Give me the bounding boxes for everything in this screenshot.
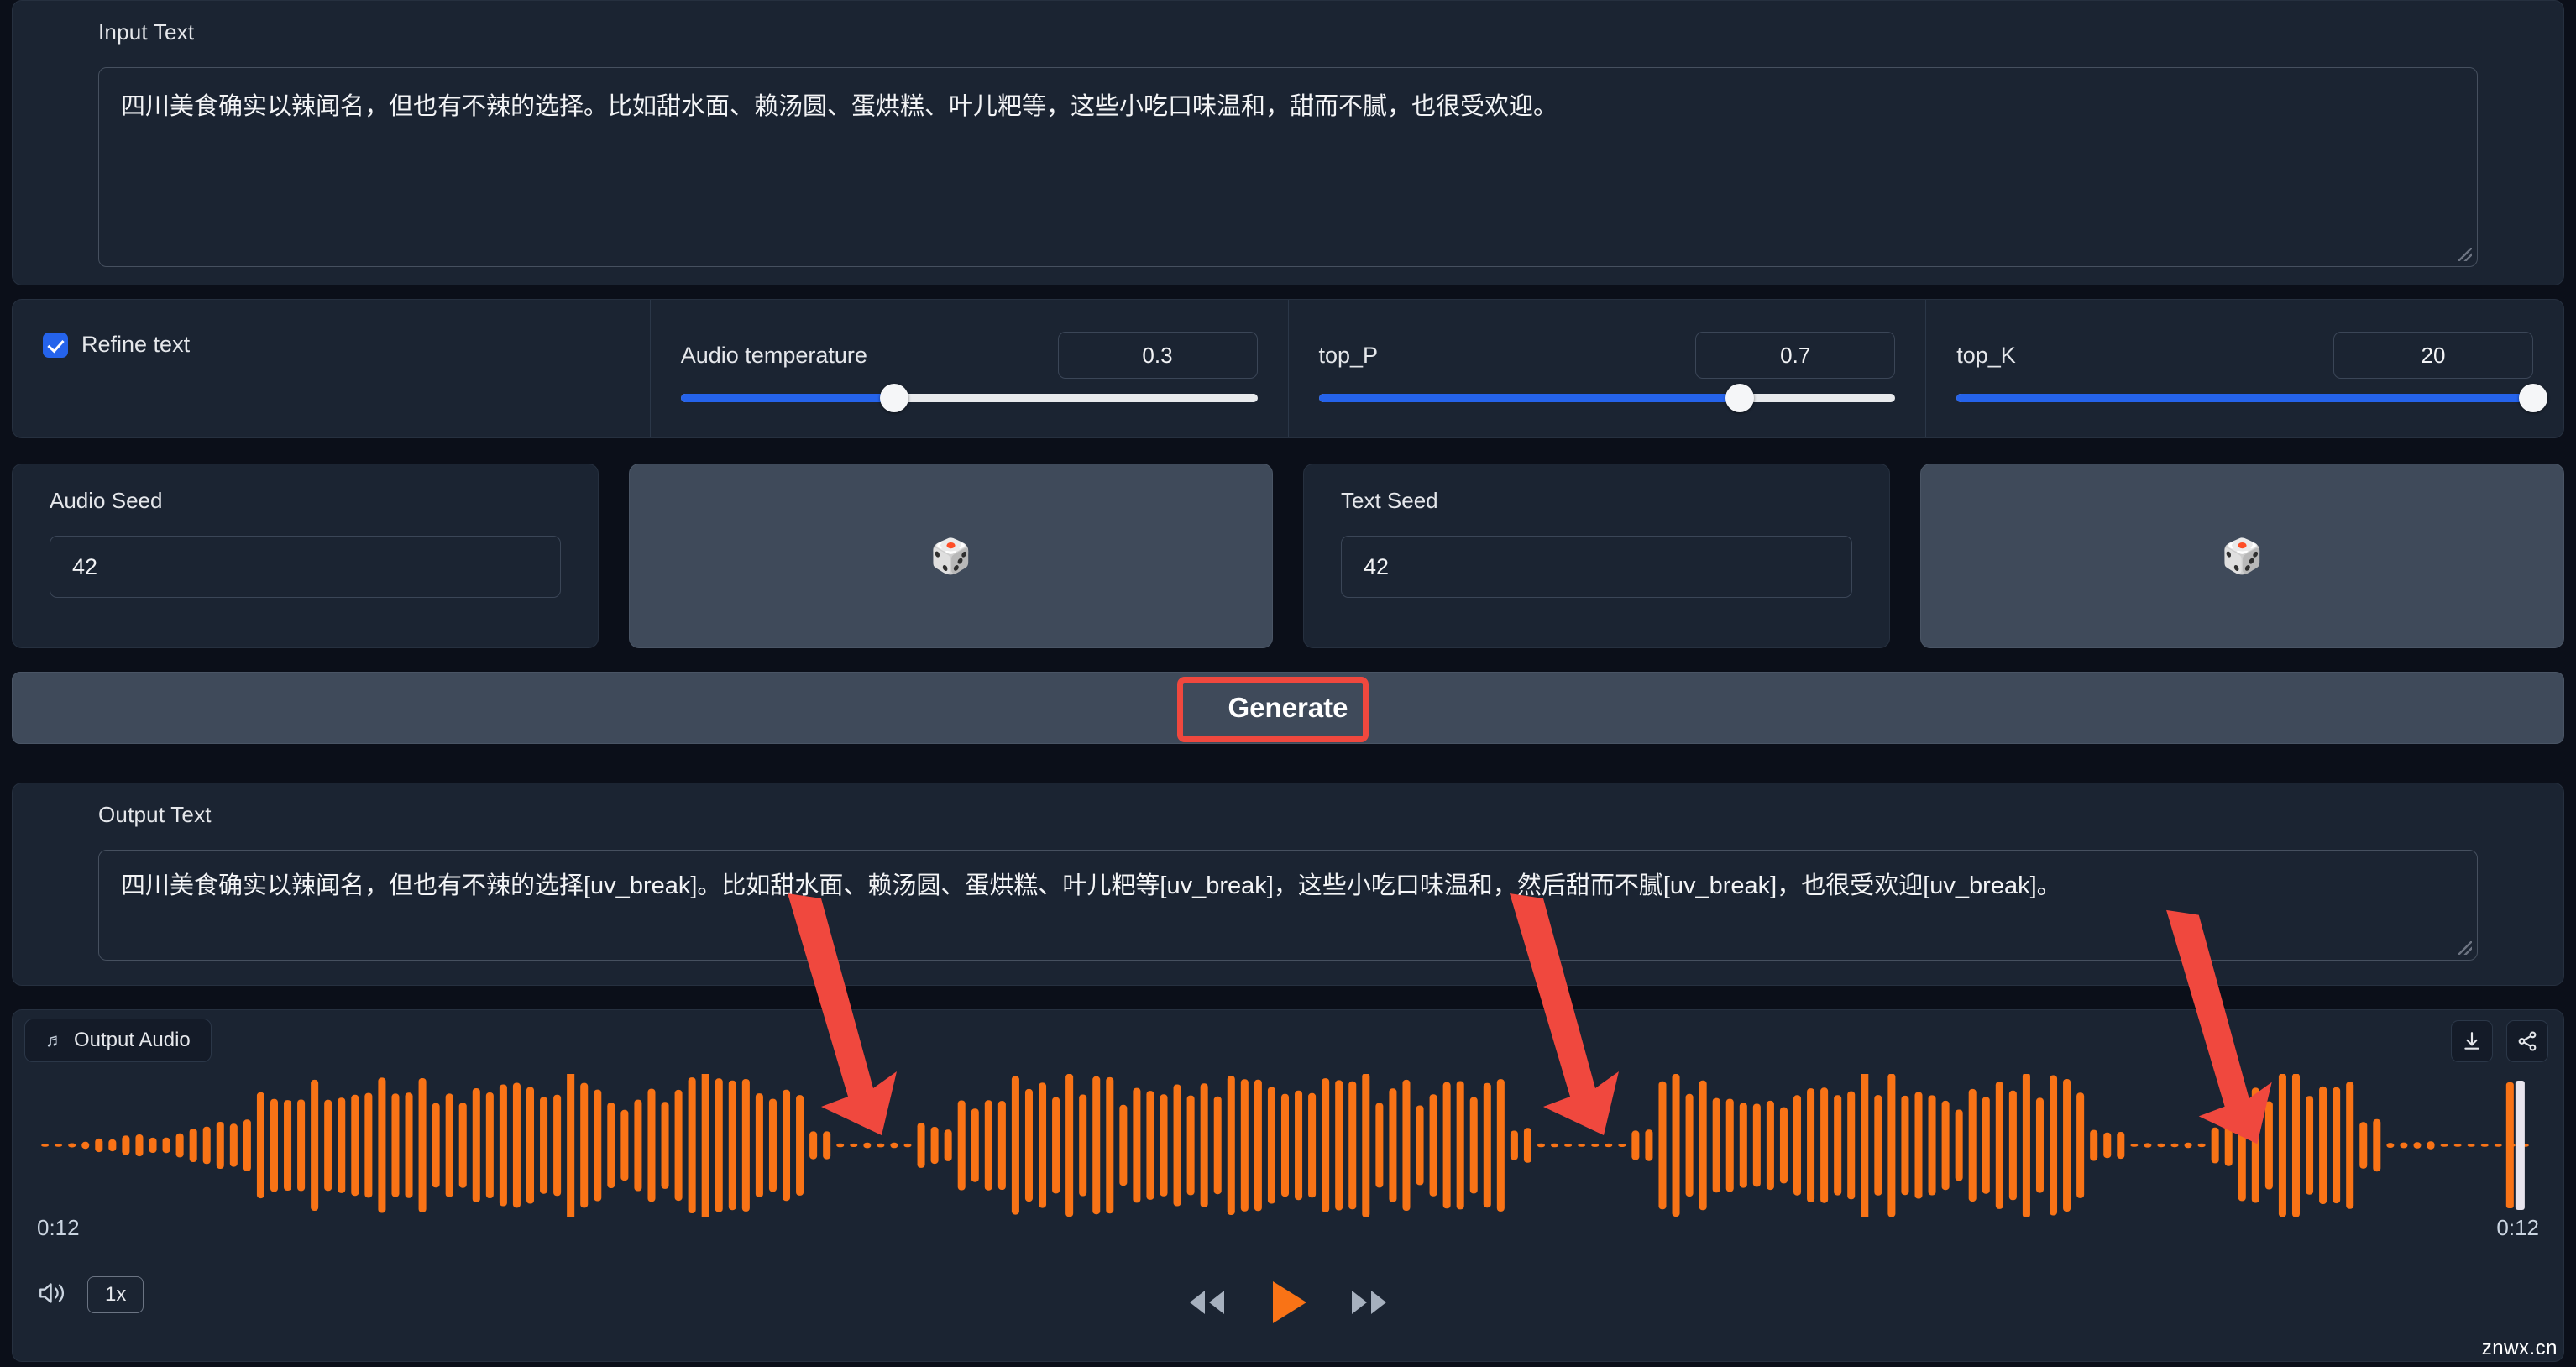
- volume-icon[interactable]: [37, 1280, 69, 1311]
- top-p-cell: top_P 0.7: [1288, 300, 1926, 437]
- top-k-slider[interactable]: [1956, 394, 2533, 402]
- top-p-head: top_P 0.7: [1319, 332, 1896, 379]
- input-text-panel: Input Text 四川美食确实以辣闻名，但也有不辣的选择。比如甜水面、赖汤圆…: [12, 0, 2564, 285]
- text-seed-input[interactable]: 42: [1341, 536, 1852, 598]
- top-p-value[interactable]: 0.7: [1695, 332, 1895, 379]
- text-seed-dice-button[interactable]: 🎲: [1920, 464, 2564, 648]
- output-text-panel: Output Text 四川美食确实以辣闻名，但也有不辣的选择[uv_break…: [12, 783, 2564, 986]
- audio-left-controls: 1x: [37, 1276, 144, 1313]
- text-seed-label: Text Seed: [1341, 488, 1852, 514]
- download-icon[interactable]: [2451, 1020, 2493, 1062]
- resize-grip-icon[interactable]: [2458, 941, 2472, 955]
- audio-temperature-fill: [681, 394, 894, 402]
- audio-temperature-cell: Audio temperature 0.3: [650, 300, 1288, 437]
- audio-temperature-head: Audio temperature 0.3: [681, 332, 1258, 379]
- audio-seed-input[interactable]: 42: [50, 536, 561, 598]
- forward-glyph: [1347, 1286, 1392, 1319]
- generate-bar[interactable]: Generate: [12, 672, 2564, 744]
- audio-time-total: 0:12: [2496, 1215, 2539, 1241]
- top-p-thumb[interactable]: [1725, 384, 1754, 412]
- input-text-value: 四川美食确实以辣闻名，但也有不辣的选择。比如甜水面、赖汤圆、蛋烘糕、叶儿粑等，这…: [121, 93, 1558, 120]
- chattts-web-ui: Input Text 四川美食确实以辣闻名，但也有不辣的选择。比如甜水面、赖汤圆…: [0, 0, 2576, 1367]
- audio-time-current: 0:12: [37, 1215, 80, 1241]
- forward-icon[interactable]: [1347, 1286, 1392, 1323]
- resize-grip-icon[interactable]: [2458, 248, 2472, 261]
- audio-waveform[interactable]: [24, 1074, 2552, 1217]
- rewind-glyph: [1184, 1286, 1229, 1319]
- audio-seed-cell: Audio Seed 42: [12, 464, 599, 648]
- waveform-svg: [24, 1074, 2552, 1217]
- playback-speed-button[interactable]: 1x: [87, 1276, 144, 1313]
- refine-text-checkbox-wrap[interactable]: Refine text: [43, 332, 620, 358]
- audio-actions: [2451, 1020, 2548, 1062]
- audio-time-row: 0:12 0:12: [37, 1215, 2539, 1241]
- output-text-value: 四川美食确实以辣闻名，但也有不辣的选择[uv_break]。比如甜水面、赖汤圆、…: [121, 872, 2061, 899]
- controls-row: Refine text Audio temperature 0.3 top_P …: [12, 299, 2564, 438]
- play-icon[interactable]: [1266, 1278, 1310, 1331]
- output-text-textarea[interactable]: 四川美食确实以辣闻名，但也有不辣的选择[uv_break]。比如甜水面、赖汤圆、…: [98, 850, 2478, 961]
- audio-player-controls: 1x: [0, 1276, 2576, 1335]
- watermark: znwx.cn: [2482, 1337, 2558, 1360]
- top-p-slider[interactable]: [1319, 394, 1896, 402]
- audio-seed-dice-button[interactable]: 🎲: [629, 464, 1273, 648]
- dice-icon: 🎲: [2222, 537, 2264, 576]
- audio-transport: [1184, 1278, 1392, 1331]
- input-text-label: Input Text: [13, 19, 2563, 45]
- output-audio-tab-label: Output Audio: [74, 1029, 191, 1052]
- refine-text-label: Refine text: [81, 332, 190, 358]
- top-k-head: top_K 20: [1956, 332, 2533, 379]
- generate-button[interactable]: Generate: [1189, 685, 1386, 731]
- text-seed-cell: Text Seed 42: [1303, 464, 1890, 648]
- top-p-label: top_P: [1319, 343, 1379, 369]
- audio-temperature-value[interactable]: 0.3: [1058, 332, 1258, 379]
- audio-temperature-slider[interactable]: [681, 394, 1258, 402]
- top-p-fill: [1319, 394, 1740, 402]
- output-audio-tab[interactable]: ♬ Output Audio: [24, 1019, 212, 1062]
- top-k-value[interactable]: 20: [2333, 332, 2533, 379]
- audio-temperature-thumb[interactable]: [880, 384, 908, 412]
- rewind-icon[interactable]: [1184, 1286, 1229, 1323]
- play-glyph: [1266, 1278, 1310, 1327]
- input-text-textarea[interactable]: 四川美食确实以辣闻名，但也有不辣的选择。比如甜水面、赖汤圆、蛋烘糕、叶儿粑等，这…: [98, 67, 2478, 267]
- output-text-label: Output Text: [13, 802, 2563, 828]
- top-k-thumb[interactable]: [2519, 384, 2547, 412]
- top-k-label: top_K: [1956, 343, 2016, 369]
- audio-seed-label: Audio Seed: [50, 488, 561, 514]
- music-note-icon: ♬: [45, 1029, 64, 1051]
- share-icon[interactable]: [2506, 1020, 2548, 1062]
- refine-text-cell: Refine text: [13, 300, 650, 437]
- top-k-cell: top_K 20: [1925, 300, 2563, 437]
- seed-row: Audio Seed 42 🎲 Text Seed 42 🎲: [12, 464, 2564, 648]
- refine-text-checkbox[interactable]: [43, 333, 68, 358]
- dice-icon: 🎲: [930, 537, 972, 576]
- top-k-fill: [1956, 394, 2533, 402]
- audio-temperature-label: Audio temperature: [681, 343, 867, 369]
